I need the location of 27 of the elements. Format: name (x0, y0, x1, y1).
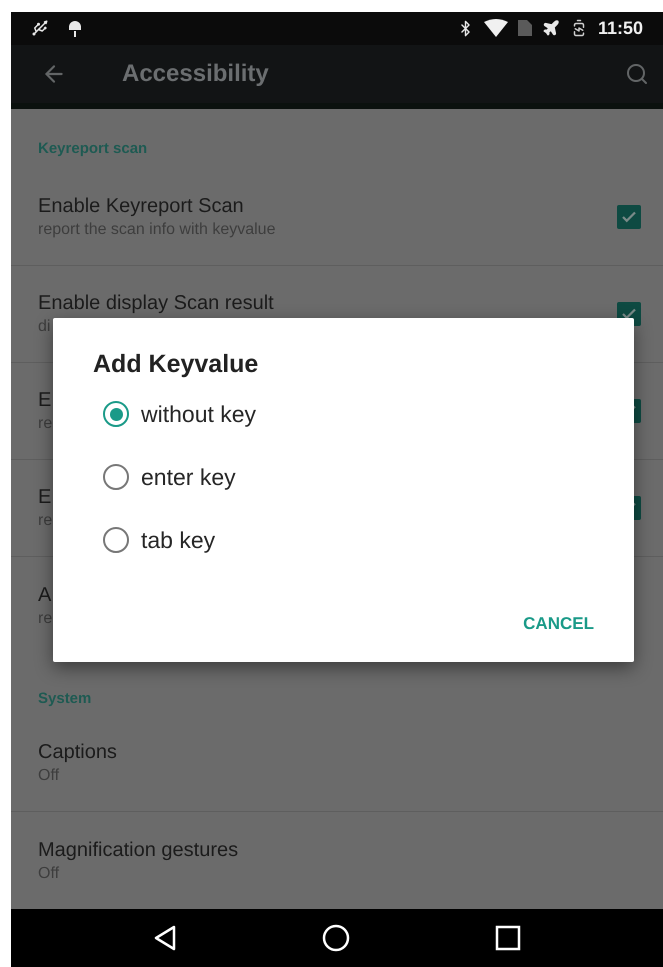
cancel-button[interactable]: CANCEL (521, 606, 596, 640)
option-label: enter key (141, 462, 236, 492)
clock-time: 11:50 (598, 16, 643, 40)
setting-title: Enable display Scan result (38, 291, 274, 316)
setting-title: Captions (38, 740, 117, 766)
checkbox[interactable] (617, 205, 641, 230)
section-header: Keyreport scan (38, 140, 148, 158)
wifi-icon (484, 19, 508, 38)
setting-title: Magnification gestures (38, 838, 238, 863)
setting-title: E (38, 485, 52, 510)
recent-apps-icon[interactable] (494, 925, 521, 952)
setting-title: Enable Keyreport Scan (38, 194, 245, 220)
airplane-icon (542, 19, 560, 38)
home-icon[interactable] (322, 924, 350, 952)
option-label: without key (141, 400, 256, 429)
setting-title: E (38, 388, 52, 414)
section-header: System (38, 690, 92, 708)
search-icon[interactable] (625, 62, 649, 86)
back-icon[interactable] (153, 925, 178, 952)
setting-title: A (38, 582, 52, 608)
toolbar-title: Accessibility (122, 59, 270, 89)
option-label: tab key (141, 526, 216, 555)
radio-button[interactable] (103, 401, 129, 427)
radio-button[interactable] (103, 464, 129, 490)
no-sim-icon (518, 20, 532, 36)
usb-icon (31, 19, 49, 38)
radio-button[interactable] (103, 527, 129, 553)
